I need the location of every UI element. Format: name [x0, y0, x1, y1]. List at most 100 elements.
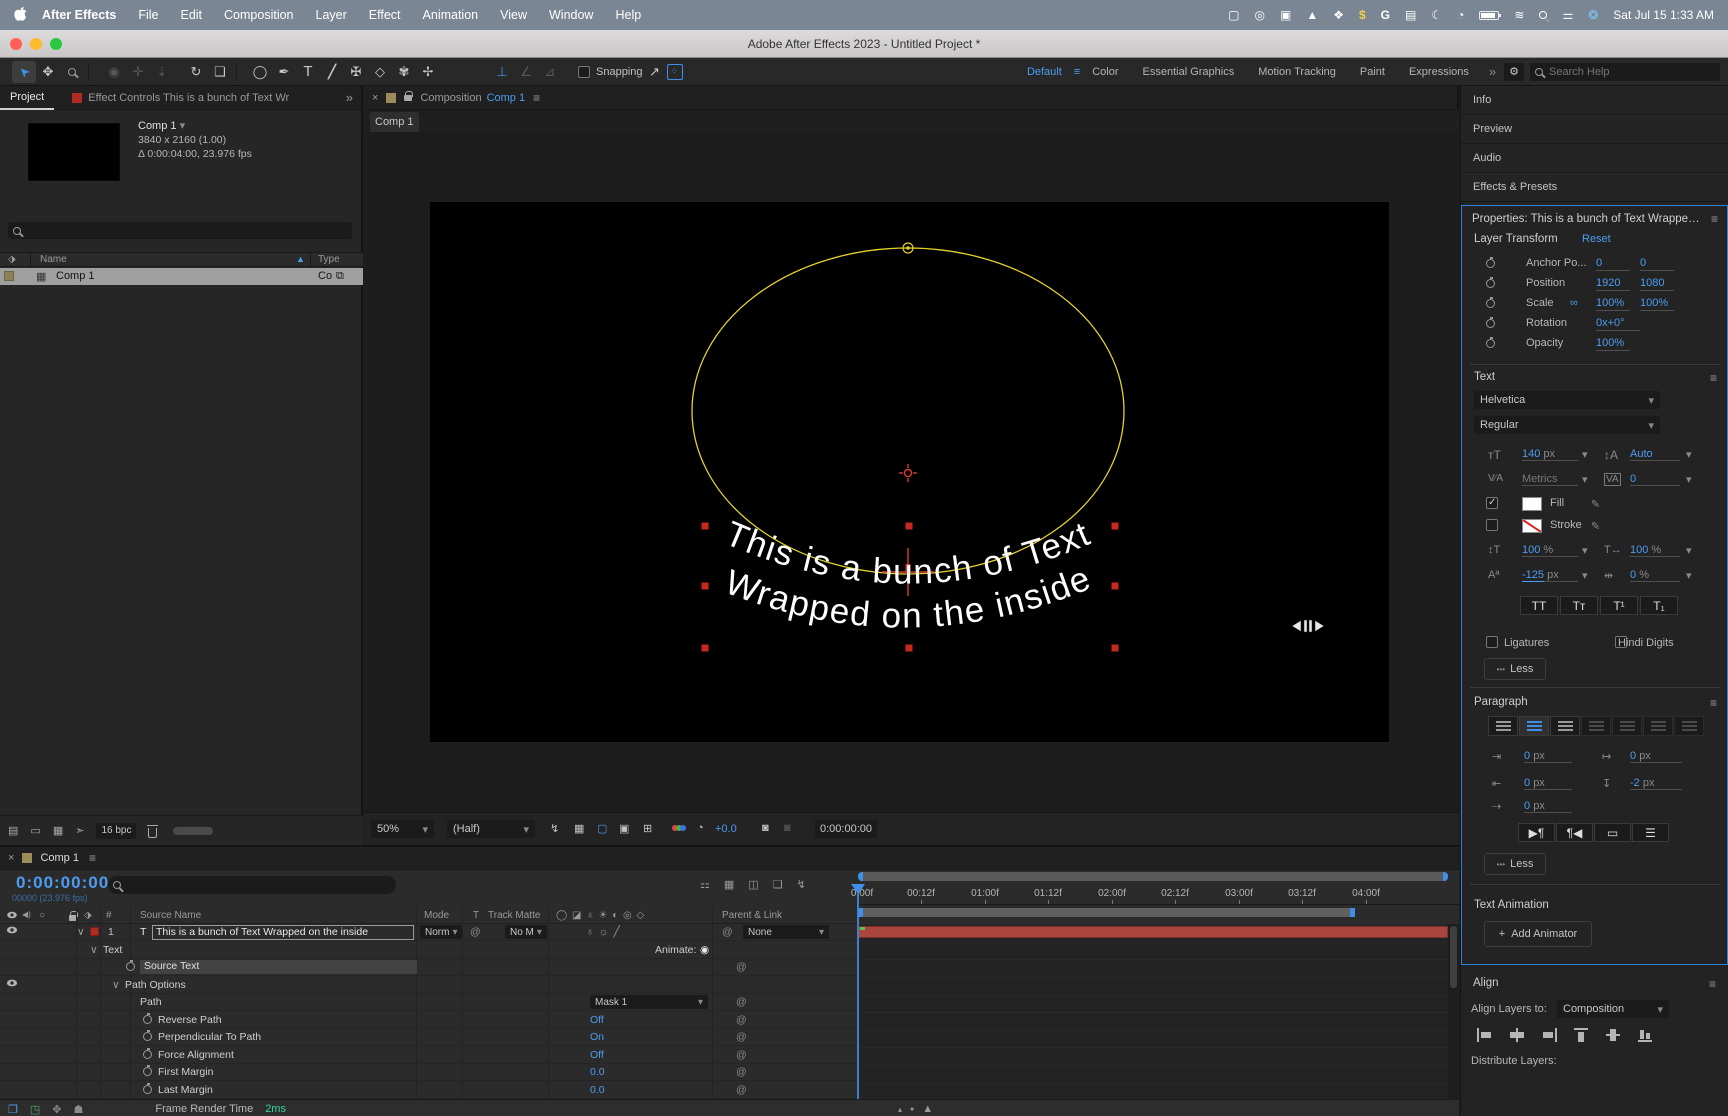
stroke-enabled-checkbox[interactable]	[1486, 519, 1498, 531]
justify-last-center-button[interactable]	[1612, 716, 1642, 736]
path-options-eye-icon[interactable]	[6, 979, 18, 987]
fill-enabled-checkbox[interactable]	[1486, 497, 1498, 509]
source-text-row[interactable]: Source Text @	[0, 959, 858, 976]
wifi-icon[interactable]: ≋	[1514, 8, 1524, 22]
rotation-value[interactable]: 0x+0°	[1596, 317, 1640, 331]
parent-dropdown[interactable]: None ▾	[743, 925, 829, 939]
workspace-default[interactable]: Default	[1015, 66, 1074, 78]
layer-duration-bar[interactable]	[858, 926, 1448, 938]
menu-window[interactable]: Window	[538, 8, 604, 22]
siri-icon[interactable]: ❂	[1588, 8, 1598, 22]
baseline-shift-dropdown-icon[interactable]: ▾	[1582, 569, 1588, 582]
render-speed-icon[interactable]: ☗	[74, 1103, 84, 1116]
workspace-overflow-icon[interactable]: »	[1481, 64, 1504, 79]
label-color-swatch[interactable]	[4, 271, 14, 281]
align-top-button[interactable]	[1567, 1025, 1595, 1045]
stroke-color-swatch[interactable]	[1522, 519, 1542, 533]
layer-expand-icon[interactable]: ∨	[77, 926, 85, 938]
align-right-button[interactable]	[1535, 1025, 1563, 1045]
workspace-motion-tracking[interactable]: Motion Tracking	[1246, 66, 1348, 78]
font-style-dropdown[interactable]: Regular ▾	[1474, 416, 1660, 434]
timeline-zoom-slider[interactable]: ●	[910, 1106, 914, 1113]
text-group-label[interactable]: Text	[103, 944, 122, 956]
anchor-stopwatch-icon[interactable]	[1486, 257, 1495, 268]
help-search-input[interactable]	[1549, 65, 1699, 78]
camera-tool[interactable]: ❏	[208, 61, 232, 83]
transform-reset-button[interactable]: Reset	[1582, 233, 1611, 245]
t-column[interactable]: T	[473, 910, 479, 921]
panel-effects-presets[interactable]: Effects & Presets	[1461, 173, 1728, 202]
comp-canvas[interactable]: This is a bunch of Text Wrapped on the i…	[430, 202, 1389, 742]
motion-blur-toggle-icon[interactable]: ◳	[30, 1103, 40, 1116]
time-ruler[interactable]: 0:00f 00:12f 01:00f 01:12f 02:00f 02:12f…	[851, 884, 1459, 905]
track-area[interactable]	[858, 924, 1448, 1099]
new-folder-icon[interactable]: ▭	[30, 824, 40, 837]
time-navigator-bar[interactable]	[858, 872, 1448, 881]
perpendicular-row[interactable]: Perpendicular To Path On @	[0, 1029, 858, 1046]
puppet-pin-tool[interactable]: ✢	[416, 61, 440, 83]
last-margin-pick-whip-icon[interactable]: @	[736, 1084, 747, 1096]
menu-composition[interactable]: Composition	[213, 8, 304, 22]
path-row[interactable]: Path Mask 1 ▾ @	[0, 994, 858, 1011]
composition-panel-comp-name[interactable]: Comp 1	[487, 92, 526, 104]
view-axis-mode-icon[interactable]: ⊿	[538, 61, 562, 83]
anchor-x-value[interactable]: 0	[1596, 257, 1630, 271]
crop-region-icon[interactable]: ⊞	[643, 822, 652, 835]
project-item-name[interactable]: Comp 1	[56, 270, 95, 282]
workspace-expressions[interactable]: Expressions	[1397, 66, 1481, 78]
force-alignment-stopwatch-icon[interactable]	[143, 1048, 152, 1059]
workspace-essential-graphics[interactable]: Essential Graphics	[1131, 66, 1247, 78]
kerning-value[interactable]: Metrics	[1522, 473, 1578, 486]
window-manager-icon[interactable]: ▢	[1228, 8, 1239, 22]
hand-tool[interactable]: ✥	[36, 61, 60, 83]
scale-x-value[interactable]: 100%	[1596, 297, 1630, 311]
column-type[interactable]: Type	[318, 254, 340, 265]
keyboard-icon[interactable]: ▤	[1405, 8, 1416, 22]
zoom-tool[interactable]	[60, 61, 84, 83]
viewer-timecode[interactable]: 0:00:00:00	[815, 820, 877, 838]
comp-viewer[interactable]: This is a bunch of Text Wrapped on the i…	[364, 132, 1459, 812]
align-hcenter-button[interactable]	[1503, 1025, 1531, 1045]
local-axis-mode-icon[interactable]: ⊥	[490, 61, 514, 83]
layer-anchor-point[interactable]	[899, 464, 917, 482]
motion-blur-enable-icon[interactable]: ↯	[797, 878, 806, 891]
panel-info[interactable]: Info	[1461, 86, 1728, 115]
opacity-stopwatch-icon[interactable]	[1486, 337, 1495, 348]
small-caps-button[interactable]: Tᴛ	[1560, 596, 1598, 615]
scale-link-icon[interactable]: ∞	[1570, 297, 1578, 309]
panel-menu-icon[interactable]: ≡	[533, 91, 540, 105]
sort-ascending-icon[interactable]: ▲	[296, 254, 305, 264]
pen-tool[interactable]: ✒	[272, 61, 296, 83]
first-line-indent-value[interactable]: 0 px	[1524, 800, 1572, 813]
workspace-color[interactable]: Color	[1080, 66, 1130, 78]
tracking-value[interactable]: 0	[1630, 473, 1680, 486]
spotlight-icon[interactable]	[1539, 11, 1548, 19]
battery-icon[interactable]	[1479, 10, 1502, 20]
indent-right-value[interactable]: 0 px	[1630, 750, 1682, 763]
perpendicular-pick-whip-icon[interactable]: @	[736, 1031, 747, 1043]
path-options-row[interactable]: ∨ Path Options	[0, 977, 858, 994]
workspace-paint[interactable]: Paint	[1348, 66, 1397, 78]
close-panel-icon[interactable]: ×	[364, 92, 386, 104]
perpendicular-value[interactable]: On	[590, 1031, 604, 1043]
comp-viewer-tab[interactable]: Comp 1	[370, 112, 419, 132]
properties-menu-icon[interactable]: ≡	[1711, 212, 1718, 226]
tsume-value[interactable]: 0 %	[1630, 569, 1680, 582]
first-margin-pick-whip-icon[interactable]: @	[736, 1066, 747, 1078]
menu-app-name[interactable]: After Effects	[31, 8, 127, 22]
justify-all-button[interactable]	[1674, 716, 1704, 736]
magnification-dropdown[interactable]: 50% ▾	[371, 820, 434, 838]
parent-pick-whip-icon[interactable]: @	[722, 926, 733, 938]
panel-audio[interactable]: Audio	[1461, 144, 1728, 173]
project-row-comp1[interactable]: ▦ Comp 1 Co ⧉	[0, 268, 363, 285]
layer-switches-icons[interactable]: ♁ ☼ ╱	[586, 926, 621, 938]
baseline-shift-value[interactable]: -125 px	[1522, 569, 1578, 582]
menu-bar-clock[interactable]: Sat Jul 15 1:33 AM	[1613, 8, 1714, 22]
rotation-stopwatch-icon[interactable]	[1486, 317, 1495, 328]
last-margin-stopwatch-icon[interactable]	[143, 1083, 152, 1094]
paragraph-menu-icon[interactable]: ≡	[1710, 696, 1717, 710]
scale-stopwatch-icon[interactable]	[1486, 297, 1495, 308]
source-name-column[interactable]: Source Name	[140, 910, 201, 921]
transparency-grid-icon[interactable]: ▦	[574, 822, 584, 835]
snapping-checkbox[interactable]	[578, 65, 590, 78]
